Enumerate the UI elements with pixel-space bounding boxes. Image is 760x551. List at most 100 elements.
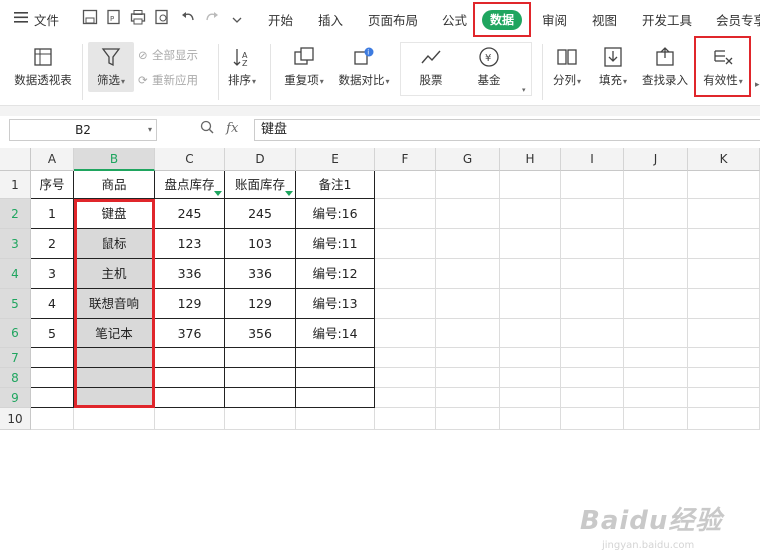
table-header-cell[interactable]: 备注1 xyxy=(296,171,375,199)
filter-dropdown-icon[interactable] xyxy=(214,191,222,196)
name-box-chevron-icon[interactable]: ▾ xyxy=(148,120,152,140)
empty-cell[interactable] xyxy=(500,229,561,259)
column-header-k[interactable]: K xyxy=(688,148,760,171)
column-header-j[interactable]: J xyxy=(624,148,688,171)
table-cell[interactable]: 键盘 xyxy=(74,199,155,229)
empty-cell[interactable] xyxy=(375,229,436,259)
empty-cell[interactable] xyxy=(225,388,296,408)
save-icon[interactable] xyxy=(82,9,98,25)
row-header-6[interactable]: 6 xyxy=(0,319,31,348)
empty-cell[interactable] xyxy=(375,171,436,199)
empty-cell[interactable] xyxy=(436,289,500,319)
tab-data[interactable]: 数据 xyxy=(482,10,522,30)
empty-cell[interactable] xyxy=(436,388,500,408)
table-header-cell[interactable]: 盘点库存 xyxy=(155,171,225,199)
column-header-g[interactable]: G xyxy=(436,148,500,171)
empty-cell[interactable] xyxy=(436,348,500,368)
empty-cell[interactable] xyxy=(624,348,688,368)
empty-cell[interactable] xyxy=(688,171,760,199)
empty-cell[interactable] xyxy=(624,259,688,289)
data-validity-button[interactable]: 有效性▾ xyxy=(698,46,748,88)
empty-cell[interactable] xyxy=(688,368,760,388)
empty-cell[interactable] xyxy=(561,319,624,348)
filter-dropdown-icon[interactable] xyxy=(285,191,293,196)
table-cell[interactable]: 编号:16 xyxy=(296,199,375,229)
filter-button[interactable]: 筛选▾ xyxy=(88,46,134,88)
table-cell[interactable]: 129 xyxy=(225,289,296,319)
column-header-a[interactable]: A xyxy=(31,148,74,171)
empty-cell[interactable] xyxy=(500,289,561,319)
empty-cell[interactable] xyxy=(688,199,760,229)
empty-cell[interactable] xyxy=(624,171,688,199)
table-cell[interactable]: 鼠标 xyxy=(74,229,155,259)
empty-cell[interactable] xyxy=(375,408,436,430)
empty-cell[interactable] xyxy=(688,289,760,319)
ribbon-overflow-icon[interactable]: ▸ xyxy=(755,80,760,90)
column-header-b[interactable]: B xyxy=(74,148,155,171)
table-header-cell[interactable]: 商品 xyxy=(74,171,155,199)
tab-home[interactable]: 开始 xyxy=(268,10,293,29)
table-cell[interactable]: 4 xyxy=(31,289,74,319)
table-header-cell[interactable]: 账面库存 xyxy=(225,171,296,199)
row-header-4[interactable]: 4 xyxy=(0,259,31,289)
empty-cell[interactable] xyxy=(296,388,375,408)
tab-insert[interactable]: 插入 xyxy=(318,10,343,29)
tab-member[interactable]: 会员专享 xyxy=(716,10,760,29)
print-preview-icon[interactable] xyxy=(154,9,170,25)
empty-cell[interactable] xyxy=(561,259,624,289)
empty-cell[interactable] xyxy=(74,408,155,430)
empty-cell[interactable] xyxy=(688,259,760,289)
funds-button[interactable]: ¥ 基金 xyxy=(470,46,508,88)
tab-developer[interactable]: 开发工具 xyxy=(642,10,692,29)
column-header-e[interactable]: E xyxy=(296,148,375,171)
empty-cell[interactable] xyxy=(74,388,155,408)
file-menu[interactable]: 文件 xyxy=(34,10,59,29)
empty-cell[interactable] xyxy=(500,259,561,289)
table-cell[interactable]: 245 xyxy=(155,199,225,229)
table-cell[interactable]: 编号:13 xyxy=(296,289,375,319)
empty-cell[interactable] xyxy=(561,388,624,408)
table-cell[interactable]: 编号:14 xyxy=(296,319,375,348)
duplicates-button[interactable]: 重复项▾ xyxy=(278,46,330,88)
data-compare-button[interactable]: i 数据对比▾ xyxy=(336,46,392,88)
empty-cell[interactable] xyxy=(74,348,155,368)
empty-cell[interactable] xyxy=(624,408,688,430)
empty-cell[interactable] xyxy=(624,289,688,319)
empty-cell[interactable] xyxy=(688,388,760,408)
row-header-3[interactable]: 3 xyxy=(0,229,31,259)
empty-cell[interactable] xyxy=(225,408,296,430)
empty-cell[interactable] xyxy=(31,348,74,368)
name-box[interactable]: B2 ▾ xyxy=(9,119,157,141)
empty-cell[interactable] xyxy=(500,171,561,199)
table-cell[interactable]: 356 xyxy=(225,319,296,348)
empty-cell[interactable] xyxy=(225,348,296,368)
zoom-search-icon[interactable] xyxy=(200,120,218,136)
table-cell[interactable]: 2 xyxy=(31,229,74,259)
empty-cell[interactable] xyxy=(296,368,375,388)
split-column-button[interactable]: 分列▾ xyxy=(548,46,586,88)
empty-cell[interactable] xyxy=(74,368,155,388)
empty-cell[interactable] xyxy=(688,408,760,430)
table-cell[interactable]: 103 xyxy=(225,229,296,259)
column-header-d[interactable]: D xyxy=(225,148,296,171)
empty-cell[interactable] xyxy=(561,348,624,368)
empty-cell[interactable] xyxy=(436,229,500,259)
row-header-9[interactable]: 9 xyxy=(0,388,31,408)
empty-cell[interactable] xyxy=(296,348,375,368)
empty-cell[interactable] xyxy=(155,408,225,430)
empty-cell[interactable] xyxy=(561,289,624,319)
redo-icon[interactable] xyxy=(204,9,220,25)
empty-cell[interactable] xyxy=(561,229,624,259)
empty-cell[interactable] xyxy=(561,368,624,388)
table-cell[interactable]: 129 xyxy=(155,289,225,319)
empty-cell[interactable] xyxy=(375,388,436,408)
table-cell[interactable]: 3 xyxy=(31,259,74,289)
table-cell[interactable]: 1 xyxy=(31,199,74,229)
row-header-2[interactable]: 2 xyxy=(0,199,31,229)
table-cell[interactable]: 376 xyxy=(155,319,225,348)
tab-review[interactable]: 审阅 xyxy=(542,10,567,29)
table-cell[interactable]: 336 xyxy=(155,259,225,289)
stocks-button[interactable]: 股票 xyxy=(412,46,450,88)
fx-icon[interactable]: fx xyxy=(226,121,238,136)
hamburger-menu-icon[interactable] xyxy=(14,11,28,26)
